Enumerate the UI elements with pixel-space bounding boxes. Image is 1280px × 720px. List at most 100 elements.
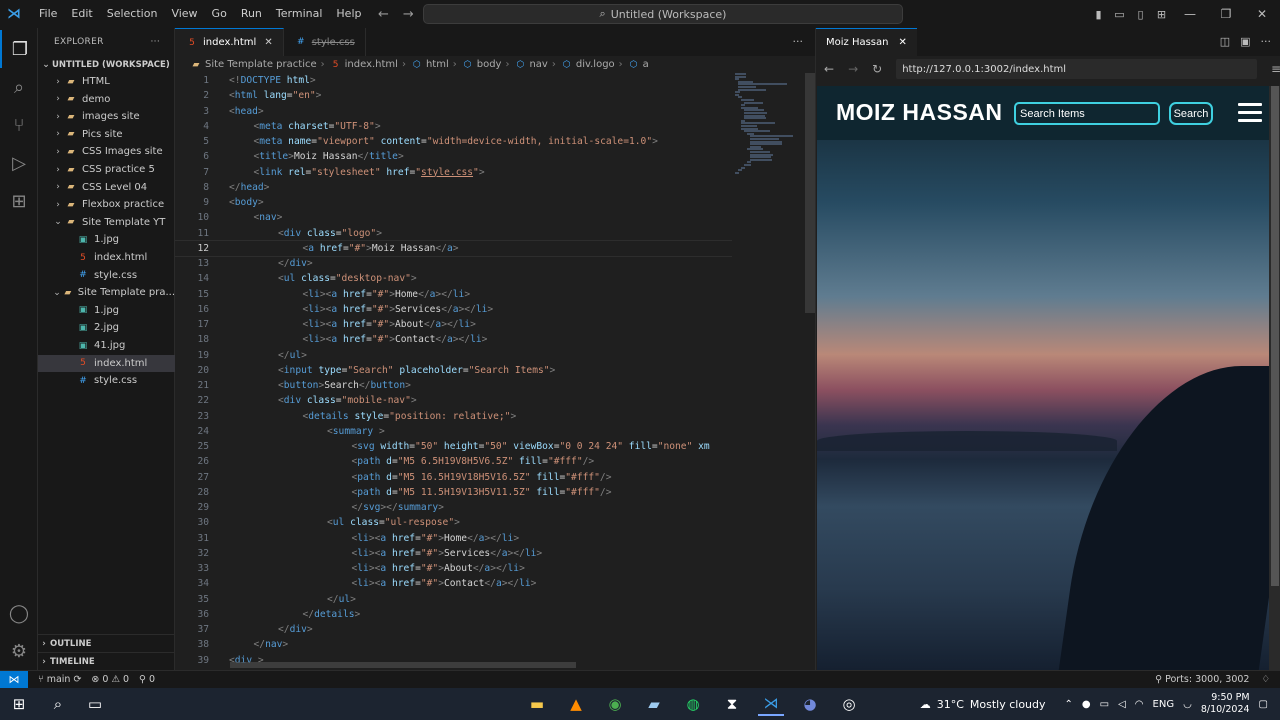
- task-view-icon[interactable]: ▭: [82, 692, 108, 716]
- code-line[interactable]: 12 <a href="#">Moiz Hassan</a>: [175, 239, 732, 258]
- browser-tab[interactable]: Moiz Hassan ✕: [816, 28, 917, 56]
- site-logo-link[interactable]: MOIZ HASSAN: [836, 99, 1003, 126]
- account-icon[interactable]: ◯: [0, 594, 38, 632]
- discord-icon[interactable]: ◕: [797, 692, 823, 716]
- menu-item-file[interactable]: File: [32, 0, 64, 28]
- code-line[interactable]: 1 <!DOCTYPE html>: [175, 73, 732, 88]
- close-icon[interactable]: ✕: [899, 37, 907, 48]
- url-input[interactable]: http://127.0.0.1:3002/index.html: [896, 59, 1257, 79]
- code-line[interactable]: 6 <title>Moiz Hassan</title>: [175, 149, 732, 164]
- breadcrumb-item[interactable]: Site Template practice: [205, 59, 317, 70]
- code-line[interactable]: 13 </div>: [175, 256, 732, 271]
- code-line[interactable]: 14 <ul class="desktop-nav">: [175, 271, 732, 286]
- code-line[interactable]: 20 <input type="Search" placeholder="Sear…: [175, 363, 732, 378]
- explorer-icon[interactable]: ❐: [0, 30, 38, 68]
- minimize-icon[interactable]: —: [1172, 7, 1208, 21]
- close-window-icon[interactable]: ✕: [1244, 7, 1280, 21]
- code-line[interactable]: 17 <li><a href="#">About</a></li>: [175, 317, 732, 332]
- folder-item[interactable]: › ▰ CSS Images site: [38, 143, 175, 160]
- minimap[interactable]: [735, 73, 805, 203]
- vscode-taskbar-icon[interactable]: ⋊: [758, 692, 784, 716]
- code-line[interactable]: 19 </ul>: [175, 348, 732, 363]
- code-line[interactable]: 9 <body>: [175, 195, 732, 210]
- horizontal-scrollbar[interactable]: [230, 662, 576, 668]
- tab-index-html[interactable]: 5 index.html ✕: [175, 28, 284, 56]
- code-line[interactable]: 18 <li><a href="#">Contact</a></li>: [175, 332, 732, 347]
- folder-item[interactable]: › ▰ images site: [38, 108, 175, 125]
- ports-count-indicator[interactable]: ⚲ 0: [139, 674, 155, 685]
- site-search-input[interactable]: Search Items: [1014, 102, 1160, 125]
- folder-item[interactable]: › ▰ Flexbox practice: [38, 196, 175, 213]
- outline-section[interactable]: › OUTLINE: [38, 634, 175, 652]
- file-item[interactable]: ▣ 1.jpg: [38, 302, 175, 319]
- lock-icon[interactable]: ▣: [1240, 28, 1250, 56]
- code-line[interactable]: 33 <li><a href="#">About</a></li>: [175, 561, 732, 576]
- extensions-icon[interactable]: ⊞: [0, 182, 38, 220]
- wifi-icon[interactable]: ◠: [1135, 699, 1144, 710]
- more-actions-icon[interactable]: ···: [151, 37, 160, 47]
- menu-icon[interactable]: ≡: [1271, 62, 1280, 76]
- search-icon[interactable]: ⌕: [45, 692, 71, 716]
- menu-item-terminal[interactable]: Terminal: [269, 0, 330, 28]
- ports-indicator[interactable]: ⚲ Ports: 3000, 3002: [1155, 674, 1249, 685]
- code-line[interactable]: 25 <svg width="50" height="50" viewBox="0…: [175, 439, 732, 454]
- menu-item-go[interactable]: Go: [205, 0, 234, 28]
- folder-item[interactable]: › ▰ HTML: [38, 73, 175, 90]
- back-arrow-icon[interactable]: ←: [378, 7, 389, 22]
- code-line[interactable]: 10 <nav>: [175, 210, 732, 225]
- menu-item-view[interactable]: View: [164, 0, 204, 28]
- network-icon[interactable]: ▭: [1100, 699, 1109, 710]
- code-line[interactable]: 38 </nav>: [175, 637, 732, 652]
- breadcrumb-item[interactable]: index.html: [345, 59, 398, 70]
- volume-icon[interactable]: ◁: [1118, 699, 1126, 710]
- command-center[interactable]: ⌕ Untitled (Workspace): [423, 4, 903, 24]
- file-item[interactable]: ▣ 1.jpg: [38, 231, 175, 248]
- wifi-signal-icon[interactable]: ◡: [1183, 699, 1192, 710]
- code-line[interactable]: 2 <html lang="en">: [175, 88, 732, 103]
- file-explorer-icon[interactable]: ▬: [524, 692, 550, 716]
- code-line[interactable]: 32 <li><a href="#">Services</a></li>: [175, 546, 732, 561]
- windows-start-icon[interactable]: ⊞: [6, 692, 32, 716]
- file-item[interactable]: ▣ 2.jpg: [38, 319, 175, 336]
- branch-indicator[interactable]: ⑂ main ⟳: [38, 674, 81, 685]
- code-line[interactable]: 36 </details>: [175, 607, 732, 622]
- code-line[interactable]: 24 <summary >: [175, 424, 732, 439]
- folder-item[interactable]: ⌄ ▰ Site Template YT: [38, 214, 175, 231]
- file-item[interactable]: 5 index.html: [38, 249, 175, 266]
- more-actions-icon[interactable]: ···: [1261, 28, 1272, 56]
- file-item[interactable]: # style.css: [38, 267, 175, 284]
- folder-item[interactable]: › ▰ Pics site: [38, 126, 175, 143]
- code-line[interactable]: 31 <li><a href="#">Home</a></li>: [175, 531, 732, 546]
- breadcrumb-item[interactable]: div.logo: [576, 59, 615, 70]
- code-line[interactable]: 35 </ul>: [175, 592, 732, 607]
- language-indicator[interactable]: ENG: [1153, 699, 1175, 710]
- notifications-bell-icon[interactable]: ♢: [1261, 674, 1270, 685]
- code-line[interactable]: 34 <li><a href="#">Contact</a></li>: [175, 576, 732, 591]
- search-view-icon[interactable]: ⌕: [0, 68, 38, 106]
- split-editor-icon[interactable]: ◫: [1220, 28, 1230, 56]
- run-debug-icon[interactable]: ▷: [0, 144, 38, 182]
- tab-style-css[interactable]: # style.css: [284, 28, 366, 56]
- hamburger-menu-icon[interactable]: [1238, 103, 1262, 123]
- code-line[interactable]: 7 <link rel="stylesheet" href="style.css"…: [175, 165, 732, 180]
- file-item[interactable]: 5 index.html: [38, 354, 175, 372]
- settings-gear-icon[interactable]: ⚙: [0, 632, 38, 670]
- weather-widget[interactable]: ☁ 31°C Mostly cloudy: [920, 698, 1046, 711]
- close-icon[interactable]: ✕: [264, 37, 272, 48]
- code-line[interactable]: 22 <div class="mobile-nav">: [175, 393, 732, 408]
- chrome-icon[interactable]: ◉: [602, 692, 628, 716]
- back-arrow-icon[interactable]: ←: [824, 62, 834, 76]
- remote-icon[interactable]: ⋈: [0, 670, 28, 689]
- toggle-panel-icon[interactable]: ▭: [1109, 8, 1130, 21]
- menu-item-run[interactable]: Run: [234, 0, 269, 28]
- whatsapp-icon[interactable]: ◍: [680, 692, 706, 716]
- file-item[interactable]: ▣ 41.jpg: [38, 337, 175, 354]
- breadcrumb-item[interactable]: body: [477, 59, 502, 70]
- code-line[interactable]: 4 <meta charset="UTF-8">: [175, 119, 732, 134]
- recorder-icon[interactable]: ◎: [836, 692, 862, 716]
- breadcrumb-item[interactable]: a: [643, 59, 649, 70]
- customize-layout-icon[interactable]: ⊞: [1151, 8, 1172, 21]
- code-line[interactable]: 3 <head>: [175, 104, 732, 119]
- code-line[interactable]: 16 <li><a href="#">Services</a></li>: [175, 302, 732, 317]
- code-line[interactable]: 5 <meta name="viewport" content="width=de…: [175, 134, 732, 149]
